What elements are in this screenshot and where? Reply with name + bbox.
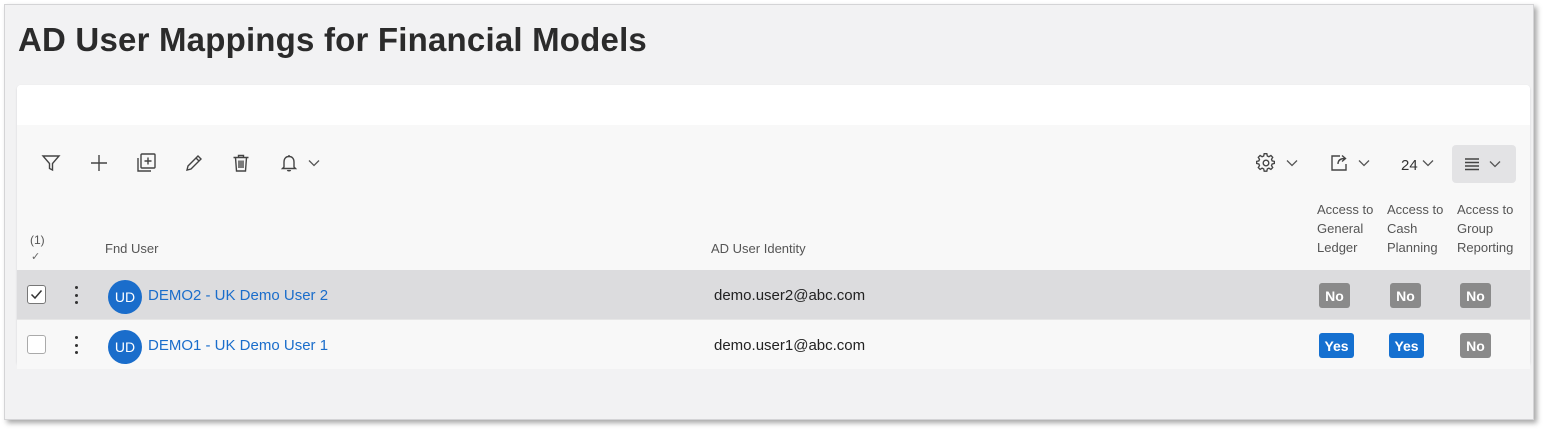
header-line: Reporting (1457, 240, 1514, 255)
layout-chevron-down-icon (1488, 157, 1502, 171)
ad-user-identity-value: demo.user1@abc.com (714, 337, 866, 354)
bell-icon[interactable] (277, 151, 301, 175)
header-access-general-ledger[interactable]: Access to General Ledger (1317, 200, 1373, 257)
row-checkbox[interactable] (27, 335, 46, 354)
cash-access-badge: Yes (1389, 333, 1424, 358)
header-line: Cash (1387, 221, 1418, 236)
page-title: AD User Mappings for Financial Models (18, 21, 647, 58)
ad-user-identity-value: demo.user2@abc.com (714, 287, 866, 304)
header-ad-user-identity[interactable]: AD User Identity (711, 239, 806, 258)
row-checkbox[interactable] (27, 285, 46, 304)
delete-icon[interactable] (229, 151, 253, 175)
fnd-user-link[interactable]: DEMO1 - UK Demo User 1 (148, 337, 328, 354)
avatar: UD (108, 280, 142, 314)
edit-icon[interactable] (182, 151, 206, 175)
list-layout-icon (1462, 153, 1482, 175)
layout-menu-button[interactable] (1452, 145, 1516, 183)
header-access-group-reporting[interactable]: Access to Group Reporting (1457, 200, 1513, 257)
export-chevron-down-icon[interactable] (1357, 156, 1371, 170)
gl-access-badge: No (1319, 283, 1350, 308)
add-icon[interactable] (87, 151, 111, 175)
duplicate-icon[interactable] (134, 151, 158, 175)
notifications-chevron-down-icon[interactable] (307, 156, 321, 170)
header-line: Access to (1387, 202, 1444, 217)
filter-icon[interactable] (39, 151, 63, 175)
header-line: Planning (1387, 240, 1438, 255)
header-line: Group (1457, 221, 1494, 236)
table-row[interactable]: UD DEMO1 - UK Demo User 1 demo.user1@abc… (17, 319, 1530, 369)
header-access-cash-planning[interactable]: Access to Cash Planning (1387, 200, 1443, 257)
cash-access-badge: No (1390, 283, 1421, 308)
settings-chevron-down-icon[interactable] (1285, 156, 1299, 170)
select-all-checkmark-icon[interactable]: ✓ (31, 248, 40, 267)
header-line: Ledger (1317, 240, 1358, 255)
header-line: General (1317, 221, 1364, 236)
row-menu-kebab-icon[interactable] (73, 286, 79, 304)
settings-icon[interactable] (1254, 151, 1278, 175)
page-size-chevron-down-icon[interactable] (1421, 156, 1435, 170)
table-row[interactable]: UD DEMO2 - UK Demo User 2 demo.user2@abc… (17, 270, 1530, 319)
group-access-badge: No (1460, 283, 1491, 308)
header-line: Access to (1457, 202, 1514, 217)
fnd-user-link[interactable]: DEMO2 - UK Demo User 2 (148, 287, 328, 304)
checkmark-icon (30, 290, 43, 300)
avatar: UD (108, 330, 142, 364)
page-size-value[interactable]: 24 (1401, 157, 1418, 174)
grid-card: 24 (1) ✓ Fnd User AD User Identity Acces… (17, 85, 1530, 369)
card-header-strip (17, 85, 1530, 125)
gl-access-badge: Yes (1319, 333, 1354, 358)
group-access-badge: No (1460, 333, 1491, 358)
row-menu-kebab-icon[interactable] (73, 336, 79, 354)
app-window: AD User Mappings for Financial Models 24… (4, 4, 1534, 420)
header-fnd-user[interactable]: Fnd User (105, 239, 158, 258)
header-line: Access to (1317, 202, 1374, 217)
export-icon[interactable] (1327, 151, 1351, 175)
